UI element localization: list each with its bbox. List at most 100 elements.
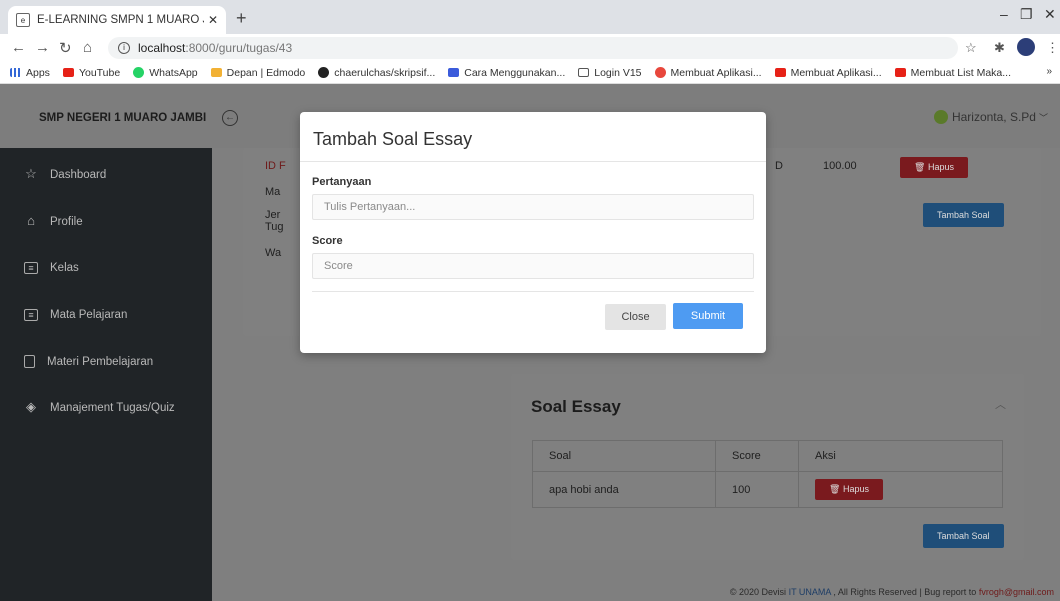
login-icon (578, 68, 590, 77)
site-favicon-icon: e (16, 13, 30, 27)
pertanyaan-input[interactable] (312, 194, 754, 220)
minimize-icon[interactable]: – (1000, 6, 1008, 22)
score-label: Score (312, 235, 343, 247)
bookmark-edmodo[interactable]: Depan | Edmodo (210, 67, 305, 79)
essay-card-title: Soal Essay (531, 397, 621, 416)
tambah-soal-modal: Tambah Soal Essay Pertanyaan Score Close… (300, 112, 766, 353)
close-button[interactable]: Close (605, 304, 666, 330)
profile-avatar[interactable] (1017, 38, 1035, 56)
footer: © 2020 Devisi IT UNAMA , All Rights Rese… (729, 587, 1054, 597)
user-name: Harizonta, S.Pd (951, 110, 1036, 124)
chevron-down-icon: ﹀ (1038, 112, 1048, 123)
maximize-icon[interactable]: ❐ (1020, 6, 1033, 23)
essay-card: Soal Essay ︿ Soal Score Aksi apa hobi an… (511, 374, 1024, 560)
sidebar-item-mata-pelajaran[interactable]: ≡ Mata Pelajaran (24, 309, 127, 321)
bookmark-membuat-2[interactable]: Membuat Aplikasi... (774, 67, 882, 79)
apps-icon (10, 68, 21, 77)
aksi-cell: 🗑 Hapus (798, 471, 1003, 508)
star-icon: ☆ (25, 166, 37, 181)
window-close-icon[interactable]: ✕ (1044, 6, 1056, 23)
bookmark-cara[interactable]: Cara Menggunakan... (448, 67, 565, 79)
submit-button[interactable]: Submit (673, 303, 743, 329)
sidebar-item-dashboard[interactable]: ☆ Dashboard (24, 166, 106, 181)
database-icon: ≡ (24, 309, 38, 321)
menu-dots-icon[interactable]: ⋮ (1046, 40, 1059, 56)
hapus-button[interactable]: 🗑 Hapus (815, 479, 883, 500)
column-header: Score (715, 440, 799, 472)
score-cell: 100 (715, 471, 799, 508)
browser-tab[interactable]: e E-LEARNING SMPN 1 MUARO JA ✕ (8, 6, 226, 34)
whatsapp-icon (133, 67, 145, 78)
bookmark-github[interactable]: chaerulchas/skripsif... (318, 67, 435, 79)
sidebar-item-kelas[interactable]: ≡ Kelas (24, 262, 79, 274)
bookmark-star-icon[interactable]: ☆ (965, 40, 977, 56)
tambah-soal-button[interactable]: Tambah Soal (923, 524, 1004, 548)
hapus-button[interactable]: 🗑 Hapus (900, 157, 968, 178)
table-row-label: Tug (265, 221, 284, 233)
cara-icon (448, 68, 460, 77)
column-header: Aksi (798, 440, 1003, 472)
home-icon[interactable]: ⌂ (83, 39, 92, 56)
column-header: Soal (532, 440, 716, 472)
tab-title: E-LEARNING SMPN 1 MUARO JA (37, 14, 204, 26)
reload-icon[interactable]: ↻ (59, 39, 72, 57)
table-cell: D (775, 160, 783, 172)
trash-icon: 🗑 (914, 162, 926, 172)
sidebar-item-materi[interactable]: Materi Pembelajaran (24, 355, 153, 368)
youtube-icon (62, 68, 74, 77)
database-icon: ≡ (24, 262, 38, 274)
table-row-label: ID F (265, 160, 286, 172)
chevron-up-icon[interactable]: ︿ (995, 396, 1006, 412)
tablet-icon (24, 355, 35, 368)
bookmark-youtube[interactable]: YouTube (62, 67, 120, 79)
score-cell: 100.00 (823, 160, 857, 172)
bookmark-membuat-1[interactable]: Membuat Aplikasi... (654, 67, 762, 79)
address-bar-row: ← → ↻ ⌂ i localhost:8000/guru/tugas/43 ☆… (0, 34, 1060, 62)
footer-email-link[interactable]: fvrogh@gmail.com (979, 587, 1054, 597)
bookmark-apps[interactable]: Apps (10, 67, 50, 79)
url-field[interactable]: i localhost:8000/guru/tugas/43 (108, 37, 958, 59)
table-row: apa hobi anda 100 🗑 Hapus (532, 471, 1003, 508)
bookmark-whatsapp[interactable]: WhatsApp (133, 67, 198, 79)
youtube-icon (894, 68, 906, 77)
url-host: localhost (138, 41, 186, 55)
url-path: :8000/guru/tugas/43 (185, 41, 293, 55)
layers-icon: ◈ (26, 399, 36, 414)
user-menu[interactable]: Harizonta, S.Pd ﹀ (933, 110, 1048, 124)
browser-tab-bar: e E-LEARNING SMPN 1 MUARO JA ✕ + – ❐ ✕ (0, 0, 1060, 34)
divider (312, 291, 754, 292)
home-icon: ⌂ (27, 213, 35, 228)
more-bookmarks-icon[interactable]: » (1046, 66, 1052, 77)
tab-close-icon[interactable]: ✕ (208, 13, 218, 27)
sidebar-item-profile[interactable]: ⌂ Profile (24, 213, 83, 228)
membuat-icon (654, 67, 666, 78)
extensions-icon[interactable]: ✱ (994, 40, 1005, 56)
tambah-soal-button[interactable]: Tambah Soal (923, 203, 1004, 227)
new-tab-button[interactable]: + (236, 8, 247, 29)
forward-icon[interactable]: → (35, 39, 50, 56)
bookmarks-bar: Apps YouTube WhatsApp Depan | Edmodo cha… (0, 62, 1060, 84)
essay-table: Soal Score Aksi apa hobi anda 100 🗑 Hapu… (532, 440, 1003, 508)
footer-org-link[interactable]: IT UNAMA (789, 587, 831, 597)
trash-icon: 🗑 (829, 484, 841, 494)
brand-title: SMP NEGERI 1 MUARO JAMBI (39, 112, 207, 124)
sidebar: ☆ Dashboard ⌂ Profile ≡ Kelas ≡ Mata Pelajar… (0, 148, 212, 601)
user-avatar (933, 110, 948, 124)
bookmark-login[interactable]: Login V15 (578, 67, 642, 79)
pertanyaan-label: Pertanyaan (312, 176, 372, 188)
table-row-label: Ma (265, 186, 281, 198)
soal-cell: apa hobi anda (532, 471, 716, 508)
divider (300, 161, 766, 162)
youtube-icon (774, 68, 786, 77)
table-row-label: Wa (265, 247, 282, 259)
edmodo-icon (210, 68, 222, 77)
back-icon[interactable]: ← (11, 39, 26, 56)
sidebar-item-tugas[interactable]: ◈ Manajement Tugas/Quiz (24, 399, 175, 414)
score-input[interactable] (312, 253, 754, 279)
sidebar-toggle-icon[interactable]: ← (222, 110, 238, 126)
table-header-row: Soal Score Aksi (532, 440, 1003, 472)
table-row-label: Jer (265, 209, 281, 221)
github-icon (318, 67, 330, 78)
site-info-icon[interactable]: i (118, 42, 130, 54)
bookmark-membuat-list[interactable]: Membuat List Maka... (894, 67, 1011, 79)
